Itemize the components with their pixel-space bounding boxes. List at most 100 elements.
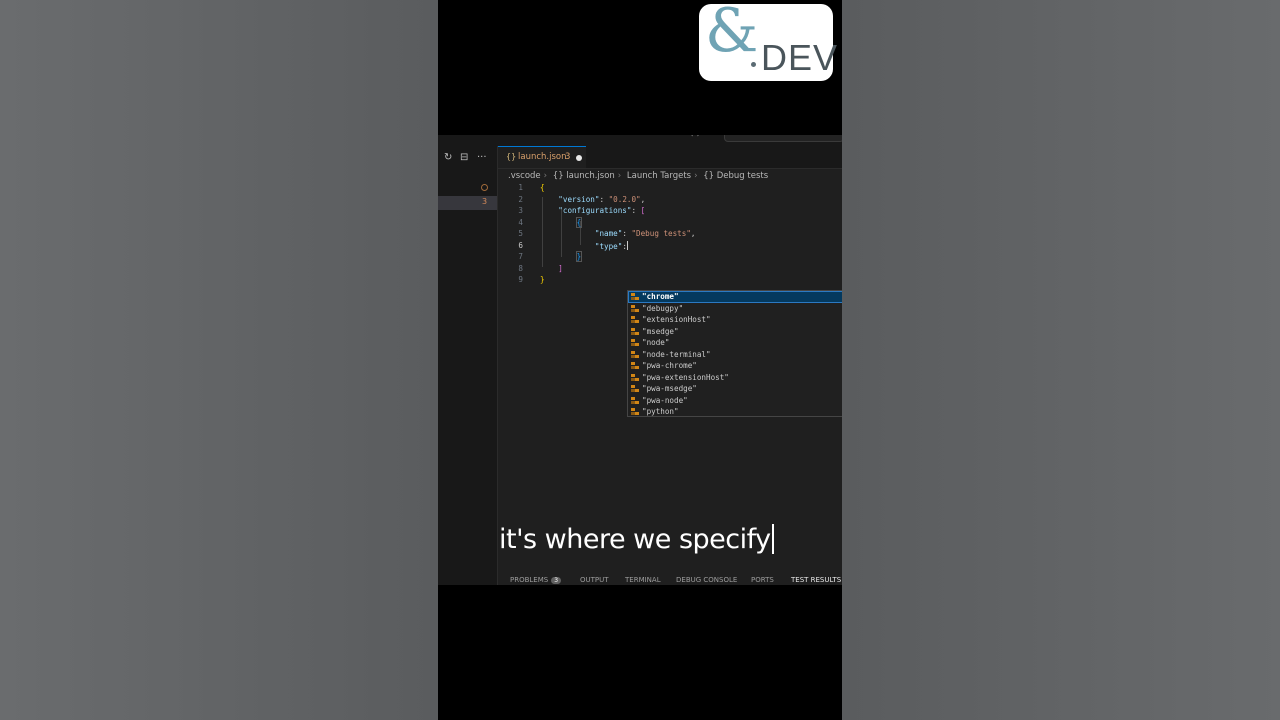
json-file-icon: {} (506, 152, 517, 161)
enum-member-icon (631, 362, 639, 369)
line-number: 3 (518, 206, 523, 215)
sidebar-selected-row[interactable] (438, 196, 497, 210)
suggestion-item[interactable]: "chrome" (628, 291, 842, 303)
refresh-icon[interactable]: ↻ (444, 152, 452, 163)
breadcrumb: .vscode › {} launch.json › Launch Targets ›… (508, 171, 771, 183)
panel-tabs: PROBLEMS 3 OUTPUT TERMINAL DEBUG CONSOLE … (498, 573, 842, 585)
video-caption: it's where we specify (499, 524, 774, 555)
suggestion-label: "msedge" (642, 326, 679, 336)
nav-arrows[interactable]: ‹ › (690, 135, 700, 140)
suggestion-label: "node" (642, 338, 670, 347)
chevron-right-icon: › (543, 171, 548, 181)
more-icon[interactable]: ··· (477, 152, 487, 163)
tab-launch-json[interactable]: {} launch.json 3 (498, 146, 586, 168)
editor-area: {} launch.json 3 .vscode › {} launch.json… (498, 146, 842, 585)
line-number: 4 (518, 217, 523, 227)
suggestion-label: "pwa-node" (642, 395, 688, 405)
brand-logo: & DEV (699, 0, 837, 81)
line-number: 1 (518, 183, 523, 192)
line-number: 5 (518, 229, 523, 238)
vscode-window: ‹ › ↻ ⊟ ··· 3 {} launch.json 3 .vscode› (438, 135, 842, 585)
suggestion-item[interactable]: "msedge" (628, 326, 842, 338)
caption-cursor (771, 524, 774, 554)
line-number: 7 (518, 252, 523, 261)
logo-text: DEV (761, 37, 839, 78)
enum-member-icon (631, 373, 639, 381)
tab-ports[interactable]: PORTS (751, 576, 774, 584)
enum-member-icon (631, 350, 639, 358)
json-key: "configurations" (558, 206, 632, 215)
suggestion-label: "pwa-msedge" (642, 384, 697, 393)
collapse-all-icon[interactable]: ⊟ (460, 152, 468, 163)
logo-dot (751, 62, 756, 67)
enum-member-icon (631, 293, 639, 300)
tab-output[interactable]: OUTPUT (580, 576, 609, 584)
code-line: 9 } (498, 275, 842, 287)
code-line: 4 { (498, 216, 842, 230)
code-line: 3 "configurations": [ (498, 206, 842, 218)
code-line: 8 ] (498, 264, 842, 276)
code-line: 5 "name": "Debug tests", (498, 229, 842, 241)
sidebar: ↻ ⊟ ··· 3 (438, 146, 498, 585)
title-bar: ‹ › (438, 135, 842, 146)
enum-member-icon (631, 385, 639, 392)
suggestion-item[interactable]: "node-terminal" (628, 349, 842, 361)
suggestion-label: "node-terminal" (642, 349, 711, 359)
suggestion-item[interactable]: "pwa-extensionHost" (628, 372, 842, 384)
tab-problems[interactable]: PROBLEMS 3 (510, 576, 562, 584)
tab-debug-console[interactable]: DEBUG CONSOLE (676, 576, 737, 584)
tab-test-results[interactable]: TEST RESULTS (791, 576, 841, 584)
enum-member-icon (631, 396, 639, 404)
suggestion-item[interactable]: "node" (628, 337, 842, 349)
problems-badge: 3 (551, 577, 562, 584)
code-line-active: 6 "type": (498, 240, 842, 253)
code-line: 2 "version": "0.2.0", (498, 195, 842, 207)
suggestion-label: "pwa-chrome" (642, 361, 697, 370)
tab-terminal[interactable]: TERMINAL (625, 576, 661, 584)
background-right (842, 0, 1280, 720)
suggestion-item[interactable]: "extensionHost" (628, 314, 842, 326)
unsaved-dot-icon[interactable] (576, 155, 582, 161)
enum-member-icon (631, 327, 639, 335)
command-center-search[interactable] (724, 135, 842, 142)
modified-dot-icon (481, 184, 488, 191)
breadcrumb-item[interactable]: {} launch.json (553, 171, 615, 181)
enum-member-icon (631, 339, 639, 346)
breadcrumb-item[interactable]: .vscode (508, 171, 541, 181)
code-line: 1 { (498, 183, 842, 195)
suggestion-label: "debugpy" (642, 303, 684, 313)
suggestion-item[interactable]: "pwa-node" (628, 395, 842, 407)
json-string: "Debug tests" (631, 229, 691, 238)
code-line: 7 } (498, 251, 842, 264)
breadcrumb-item[interactable]: Launch Targets (627, 171, 691, 181)
chevron-right-icon: › (694, 171, 698, 181)
suggestion-item[interactable]: "pwa-msedge" (628, 383, 842, 395)
breadcrumb-item[interactable]: {} Debug tests (703, 171, 768, 181)
tab-bar: {} launch.json 3 (498, 146, 842, 169)
json-key: "type" (594, 241, 623, 251)
video-frame: & DEV ‹ › ↻ ⊟ ··· 3 {} launch.json 3 .vs… (438, 0, 842, 720)
tab-label: launch.json (518, 152, 567, 162)
suggestion-item[interactable]: "python" (628, 406, 842, 418)
json-key: "name" (594, 229, 623, 238)
suggestion-item[interactable]: "debugpy" (628, 303, 842, 315)
json-string: "0.2.0" (608, 194, 641, 204)
suggestion-label: "extensionHost" (642, 315, 711, 324)
line-number: 6 (518, 240, 523, 250)
line-number: 2 (518, 194, 523, 204)
logo-ampersand: & (705, 0, 759, 66)
background-left (0, 0, 438, 720)
enum-member-icon (631, 304, 639, 312)
enum-member-icon (631, 408, 639, 415)
suggestion-label: "pwa-extensionHost" (642, 372, 729, 382)
suggestion-item[interactable]: "pwa-chrome" (628, 360, 842, 372)
tab-problem-count: 3 (565, 152, 571, 162)
sidebar-problem-count: 3 (482, 197, 488, 206)
suggestion-label: "chrome" (642, 292, 679, 301)
chevron-right-icon: › (617, 171, 622, 181)
text-cursor (626, 240, 628, 250)
suggestion-widget[interactable]: "chrome" "debugpy" "extensionHost" "msedge"… (627, 290, 842, 417)
enum-member-icon (631, 316, 639, 323)
json-key: "version" (558, 194, 600, 204)
line-number: 9 (518, 275, 523, 284)
